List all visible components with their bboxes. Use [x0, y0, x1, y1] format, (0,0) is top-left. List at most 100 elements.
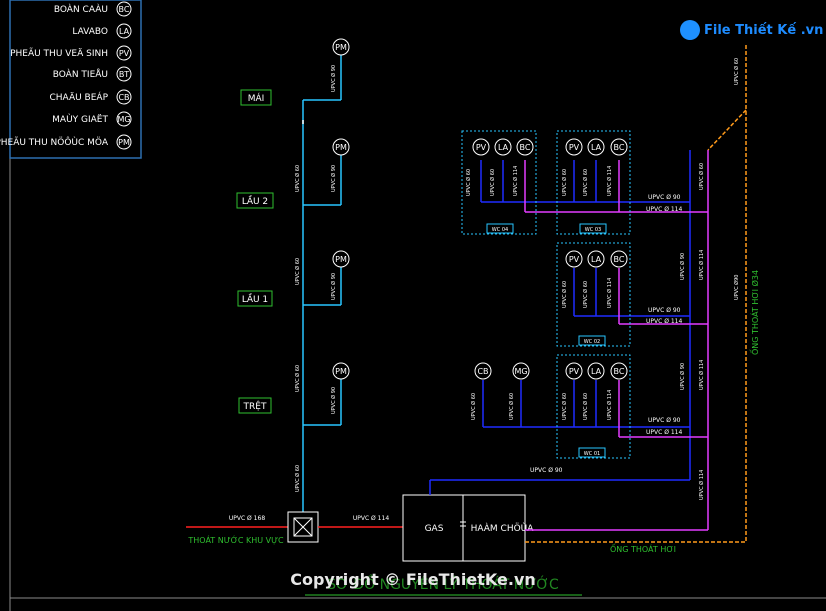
- pipe-label: UPVC Ø 60: [294, 365, 301, 392]
- pipe-label: UPVC Ø 90: [530, 467, 563, 474]
- pipe-label: UPVC Ø 60: [470, 393, 477, 420]
- fixture-label: BC: [614, 367, 625, 376]
- floor-label-tret: TRỆT: [243, 400, 267, 412]
- copyright-watermark: Copyright © FileThietKe.vn: [290, 570, 536, 589]
- pipe-label: UPVC Ø 168: [229, 515, 265, 522]
- vent-connector: [707, 109, 747, 151]
- legend-item-pv: PHEÃU THU VEÄ SINH PV: [10, 45, 132, 61]
- pipe-label: UPVC Ø 60: [508, 393, 515, 420]
- pm-label: PM: [335, 367, 347, 376]
- pipe-label: UPVC Ø90: [733, 275, 740, 300]
- legend-symbol: PM: [118, 138, 130, 147]
- fixture-pipe-labels: UPVC Ø 60 UPVC Ø 60 UPVC Ø 114 UPVC Ø 60…: [465, 163, 705, 500]
- pipe-label: UPVC Ø 90: [648, 307, 681, 314]
- fixture-label: BC: [614, 255, 625, 264]
- legend-label: PHEÃU THU NÖÔÙC MÖA: [0, 136, 109, 148]
- fixture-label: PV: [476, 143, 487, 152]
- wc-tag-label: WC 04: [492, 227, 508, 233]
- legend-label: PHEÃU THU VEÄ SINH: [10, 48, 108, 59]
- pipe-label: UPVC Ø 60: [582, 393, 589, 420]
- legend-symbol: BT: [119, 70, 129, 79]
- tank-left-label: GAS: [425, 524, 444, 534]
- pipe-label: UPVC Ø 90: [679, 253, 686, 280]
- pipe-label: UPVC Ø 60: [294, 465, 301, 492]
- fixture-label: BC: [520, 143, 531, 152]
- legend-label: MAÙY GIAËT: [52, 113, 108, 125]
- fixture-label: PV: [569, 143, 580, 152]
- pipe-label: UPVC Ø 114: [646, 318, 682, 325]
- legend: BOÀN CAÀU BC LAVABO LA PHEÃU THU VEÄ SIN…: [0, 0, 142, 159]
- pipe-label: UPVC Ø 114: [353, 515, 389, 522]
- fixture-label: LA: [591, 143, 602, 152]
- riser-pipe-labels: UPVC Ø 90 UPVC Ø 60 UPVC Ø 90 UPVC Ø 60 …: [294, 65, 337, 492]
- legend-label: CHAÄU BEÁP: [49, 91, 108, 103]
- fixtures: [472, 138, 628, 380]
- legend-item-la: LAVABO LA: [72, 23, 132, 39]
- legend-item-pm: PHEÃU THU NÖÔÙC MÖA PM: [0, 134, 132, 150]
- fixture-label: BC: [614, 143, 625, 152]
- fixture-label: PV: [569, 255, 580, 264]
- floor-label-lau1: LẦU 1: [242, 292, 268, 305]
- legend-item-bc: BOÀN CAÀU BC: [54, 1, 132, 17]
- drain-out-label: THOÁT NƯỚC KHU VỰC: [187, 534, 284, 545]
- vent-vertical-label: ỐNG THOÁT HƠI Ø34: [748, 270, 760, 355]
- fixture-label: LA: [591, 367, 602, 376]
- pipe-label: UPVC Ø 114: [698, 470, 705, 500]
- wc-tag-label: WC 03: [585, 227, 601, 233]
- pipe-label: UPVC Ø 90: [679, 363, 686, 390]
- legend-symbol: PV: [119, 49, 130, 58]
- legend-symbol: MG: [117, 115, 130, 124]
- septic-tank: GAS HAÀM CHÖÙA: [402, 494, 535, 562]
- fixture-label: LA: [498, 143, 509, 152]
- pipe-label: UPVC Ø 60: [582, 281, 589, 308]
- pipe-label: UPVC Ø 90: [648, 417, 681, 424]
- legend-item-bt: BOÀN TIEÅU BT: [53, 66, 132, 82]
- pm-label: PM: [335, 43, 347, 52]
- floor-labels: MÁI LẦU 2 LẦU 1 TRỆT: [236, 89, 274, 414]
- pipe-label: UPVC Ø 60: [465, 169, 472, 196]
- fixture-label: MG: [514, 367, 527, 376]
- pipe-label: UPVC Ø 90: [330, 273, 337, 300]
- pipe-label: UPVC Ø 114: [512, 166, 519, 196]
- wc-tag-label: WC 01: [584, 451, 600, 457]
- pipe-label: UPVC Ø 60: [698, 163, 705, 190]
- wc-tag-label: WC 02: [584, 339, 600, 345]
- pipe-label: UPVC Ø 60: [582, 169, 589, 196]
- pipe-label: UPVC Ø 114: [606, 278, 613, 308]
- pipe-label: UPVC Ø 60: [561, 393, 568, 420]
- legend-symbol: LA: [119, 27, 130, 36]
- pipe-label: UPVC Ø 60: [294, 165, 301, 192]
- pipe-label: UPVC Ø 114: [606, 390, 613, 420]
- logo-text: File Thiết Kế .vn: [704, 23, 823, 38]
- legend-item-mg: MAÙY GIAËT MG: [52, 111, 132, 127]
- pipe-label: UPVC Ø 60: [489, 169, 496, 196]
- pipe-label: UPVC Ø 60: [561, 169, 568, 196]
- pipe-label: UPVC Ø 90: [330, 165, 337, 192]
- pipe-label: UPVC Ø 114: [698, 360, 705, 390]
- pipe-label: UPVC Ø 114: [606, 166, 613, 196]
- pipe-label: UPVC Ø 90: [330, 65, 337, 92]
- branch-pipe-labels: UPVC Ø 90 UPVC Ø 114 UPVC Ø 90 UPVC Ø 11…: [530, 194, 682, 474]
- legend-symbol: CB: [118, 93, 129, 102]
- vent-pipe-label: ỐNG THOÁT HƠI: [610, 542, 676, 554]
- tank-right-label: HAÀM CHÖÙA: [471, 522, 535, 534]
- pm-label: PM: [335, 143, 347, 152]
- pipe-label: UPVC Ø 114: [646, 429, 682, 436]
- logo-icon: [680, 20, 700, 40]
- pipe-label: UPVC Ø 60: [561, 281, 568, 308]
- fixture-label: LA: [591, 255, 602, 264]
- legend-item-cb: CHAÄU BEÁP CB: [49, 89, 132, 105]
- pm-label: PM: [335, 255, 347, 264]
- fixture-label: PV: [569, 367, 580, 376]
- legend-label: BOÀN TIEÅU: [53, 68, 108, 80]
- fixture-label: CB: [477, 367, 488, 376]
- pipe-label: UPVC Ø 114: [698, 250, 705, 280]
- legend-label: LAVABO: [72, 27, 108, 37]
- area-drain-outlet: UPVC Ø 168 THOÁT NƯỚC KHU VỰC: [186, 511, 319, 545]
- pipe-label: UPVC Ø 60: [733, 58, 740, 85]
- site-logo: File Thiết Kế .vn: [680, 20, 823, 40]
- floor-label-mai: MÁI: [248, 92, 265, 104]
- legend-label: BOÀN CAÀU: [54, 3, 108, 15]
- wc-boxes: [461, 130, 631, 459]
- legend-symbol: BC: [119, 5, 130, 14]
